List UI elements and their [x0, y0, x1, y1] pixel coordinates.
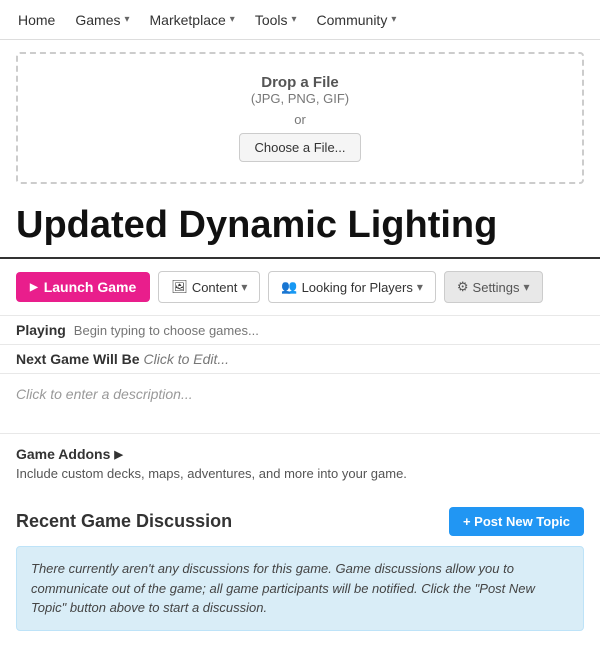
drop-or: or: [38, 112, 562, 127]
settings-label: Settings: [473, 280, 520, 295]
next-game-row: Next Game Will Be Click to Edit...: [0, 344, 600, 373]
drop-title: Drop a File: [38, 74, 562, 91]
players-icon: 👥: [281, 279, 297, 295]
looking-label: Looking for Players: [302, 280, 413, 295]
play-icon: ▶: [30, 282, 38, 293]
launch-game-label: Launch Game: [44, 279, 137, 295]
nav-tools-chevron-icon: ▾: [292, 14, 297, 25]
addons-description: Include custom decks, maps, adventures, …: [16, 466, 584, 481]
description-placeholder[interactable]: Click to enter a description...: [16, 386, 193, 402]
nav-marketplace-label: Marketplace: [150, 12, 226, 28]
content-button[interactable]: 🖼 Content ▾: [158, 271, 260, 303]
drop-subtitle: (JPG, PNG, GIF): [38, 91, 562, 106]
looking-for-players-button[interactable]: 👥 Looking for Players ▾: [268, 271, 436, 303]
content-chevron-icon: ▾: [241, 280, 247, 294]
nav-tools[interactable]: Tools ▾: [245, 0, 307, 39]
discussion-header: Recent Game Discussion + Post New Topic: [16, 507, 584, 536]
nav-marketplace[interactable]: Marketplace ▾: [140, 0, 245, 39]
playing-label: Playing: [16, 322, 66, 338]
description-area[interactable]: Click to enter a description...: [0, 373, 600, 433]
nav-home[interactable]: Home: [8, 0, 65, 39]
discussion-empty-message: There currently aren't any discussions f…: [16, 546, 584, 631]
nav-bar: Home Games ▾ Marketplace ▾ Tools ▾ Commu…: [0, 0, 600, 40]
gear-icon: ⚙: [457, 279, 469, 295]
action-bar: ▶ Launch Game 🖼 Content ▾ 👥 Looking for …: [0, 259, 600, 315]
playing-input[interactable]: [74, 323, 584, 338]
addons-arrow-icon: ▶: [114, 448, 122, 461]
nav-games-chevron-icon: ▾: [124, 14, 129, 25]
settings-chevron-icon: ▾: [524, 280, 530, 294]
addons-title-label: Game Addons: [16, 446, 110, 462]
nav-games-label: Games: [75, 12, 120, 28]
nav-marketplace-chevron-icon: ▾: [230, 14, 235, 25]
nav-home-label: Home: [18, 12, 55, 28]
choose-file-button[interactable]: Choose a File...: [239, 133, 360, 162]
launch-game-button[interactable]: ▶ Launch Game: [16, 272, 150, 302]
file-drop-zone[interactable]: Drop a File (JPG, PNG, GIF) or Choose a …: [16, 52, 584, 184]
nav-tools-label: Tools: [255, 12, 288, 28]
addons-section: Game Addons ▶ Include custom decks, maps…: [0, 433, 600, 493]
content-icon: 🖼: [171, 279, 188, 295]
discussion-section: Recent Game Discussion + Post New Topic …: [0, 493, 600, 631]
playing-row: Playing: [0, 315, 600, 344]
looking-chevron-icon: ▾: [417, 280, 423, 294]
settings-button[interactable]: ⚙ Settings ▾: [444, 271, 543, 303]
nav-community-label: Community: [317, 12, 388, 28]
addons-title[interactable]: Game Addons ▶: [16, 446, 584, 462]
content-label: Content: [192, 280, 238, 295]
nav-games[interactable]: Games ▾: [65, 0, 139, 39]
game-title: Updated Dynamic Lighting: [0, 196, 600, 259]
discussion-title: Recent Game Discussion: [16, 511, 232, 532]
next-game-label: Next Game Will Be: [16, 351, 140, 367]
post-new-topic-button[interactable]: + Post New Topic: [449, 507, 584, 536]
nav-community-chevron-icon: ▾: [391, 14, 396, 25]
next-game-value[interactable]: Click to Edit...: [143, 351, 229, 367]
nav-community[interactable]: Community ▾: [307, 0, 407, 39]
